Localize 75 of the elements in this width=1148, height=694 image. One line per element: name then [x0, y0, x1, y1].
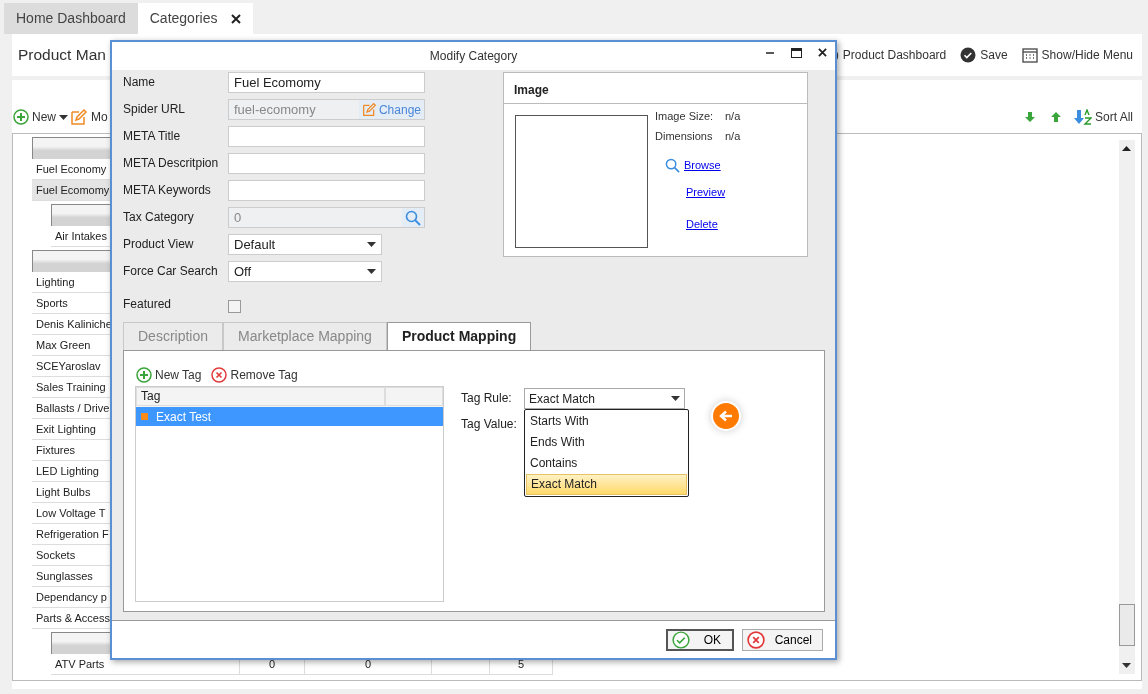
check-icon	[960, 47, 977, 63]
cancel-button[interactable]: Cancel	[741, 628, 823, 651]
field-label: Tag Value:	[461, 416, 518, 433]
scroll-down-icon	[1122, 663, 1131, 668]
link[interactable]: Delete	[686, 215, 718, 233]
tab[interactable]: Categories	[137, 3, 254, 34]
panel-title: Image	[504, 73, 807, 104]
caret-icon	[367, 269, 376, 274]
input-field[interactable]	[228, 180, 425, 201]
link[interactable]: Browse	[684, 156, 721, 174]
tab[interactable]: Product Mapping	[386, 322, 532, 350]
dropdown[interactable]: Exact Match	[524, 388, 685, 409]
link[interactable]: Preview	[686, 183, 726, 201]
page-title: Product Man	[18, 45, 106, 66]
calendar-icon	[1021, 47, 1038, 63]
toolbar-button[interactable]: Show/Hide Menu	[1018, 46, 1136, 64]
tab[interactable]: Home Dashboard	[4, 3, 138, 34]
close-button[interactable]	[231, 13, 242, 24]
info-label: Dimensions	[655, 129, 714, 144]
window-title: Modify Category	[429, 48, 518, 65]
scroll-thumb[interactable]	[1119, 604, 1135, 646]
edit-icon	[361, 102, 377, 117]
dropdown[interactable]: Off	[228, 261, 382, 282]
toolbar-button[interactable]: New	[12, 108, 69, 126]
field-label: Tax Category	[123, 209, 195, 226]
column-header: Tag	[136, 387, 386, 406]
edit-icon	[70, 108, 88, 126]
dropdown-option[interactable]: Ends With	[526, 432, 687, 453]
checkbox[interactable]	[228, 300, 241, 313]
arrow-down-icon	[1025, 112, 1035, 122]
close-icon	[818, 48, 827, 57]
field-label: Spider URL	[123, 101, 187, 118]
search-icon	[665, 157, 680, 173]
info-value: n/a	[725, 109, 741, 124]
arrow-left-icon	[719, 410, 733, 422]
check-icon	[671, 630, 690, 649]
dropdown[interactable]: Default	[228, 234, 382, 255]
search-icon	[405, 209, 421, 226]
info-value: n/a	[725, 129, 741, 144]
back-button[interactable]	[711, 401, 741, 431]
toolbar-button[interactable]: Save	[957, 46, 1011, 64]
input-field[interactable]	[228, 126, 425, 147]
caret-icon	[367, 242, 376, 247]
close-icon	[231, 13, 242, 24]
dropdown-option[interactable]: Contains	[526, 453, 687, 474]
maximize-button[interactable]	[789, 46, 804, 60]
toolbar-button[interactable]: Mo	[69, 108, 109, 126]
field-label: Name	[123, 74, 156, 91]
add-icon	[136, 366, 152, 383]
sort-icon	[1074, 109, 1092, 125]
maximize-icon	[791, 48, 802, 58]
search-button[interactable]	[402, 208, 424, 227]
remove-icon	[746, 630, 765, 649]
field-value: fuel-ecomomy	[234, 100, 316, 119]
dropdown-option[interactable]: Exact Match	[526, 474, 687, 495]
remove-icon	[211, 366, 228, 383]
field-value: 0	[234, 208, 242, 227]
column-header	[385, 387, 443, 406]
sort-button[interactable]: Sort All	[1073, 108, 1134, 126]
scroll-up-icon	[1122, 146, 1131, 151]
input-field[interactable]	[228, 153, 425, 174]
ok-button[interactable]: OK	[665, 628, 734, 651]
input-field[interactable]: Fuel Ecomomy	[228, 72, 425, 93]
dropdown-option[interactable]: Starts With	[526, 411, 687, 432]
field-label: Featured	[123, 296, 173, 313]
field-label: META Title	[123, 128, 182, 145]
close-button[interactable]	[816, 46, 829, 60]
arrow-up-icon	[1051, 112, 1061, 122]
caret-icon	[59, 114, 68, 120]
field-label: Tag Rule:	[461, 390, 513, 407]
field-label: META Keywords	[123, 182, 212, 199]
scrollbar[interactable]	[1119, 140, 1135, 674]
status-icon	[141, 413, 148, 420]
info-label: Image Size:	[655, 109, 715, 124]
caret-icon	[671, 396, 680, 401]
